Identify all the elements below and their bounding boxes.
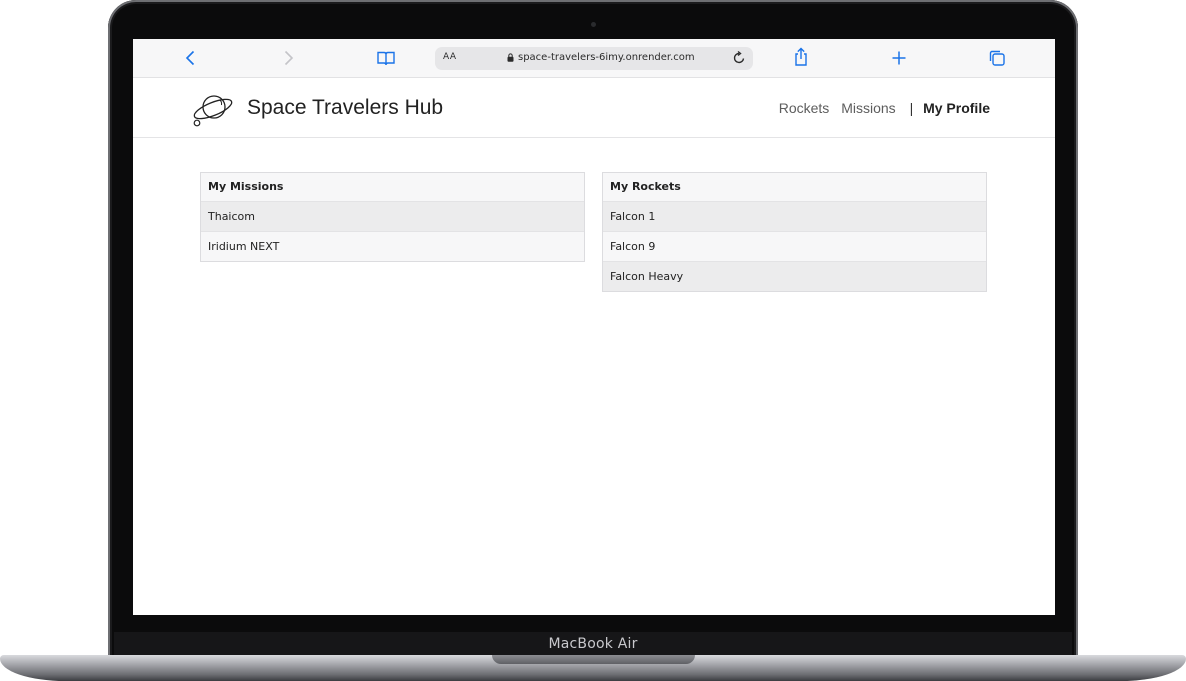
webcam bbox=[591, 22, 596, 27]
nav-missions-link[interactable]: Missions bbox=[841, 100, 895, 116]
laptop-notch bbox=[492, 655, 695, 664]
planet-logo-icon[interactable] bbox=[190, 86, 236, 132]
book-icon[interactable] bbox=[376, 48, 396, 68]
my-missions-table: My Missions Thaicom Iridium NEXT bbox=[200, 172, 585, 262]
lock-icon bbox=[507, 53, 514, 62]
chevron-left-icon[interactable] bbox=[181, 48, 201, 68]
share-icon[interactable] bbox=[791, 47, 811, 67]
reload-icon[interactable] bbox=[731, 50, 747, 66]
my-rockets-header: My Rockets bbox=[603, 173, 986, 202]
nav-separator: | bbox=[909, 100, 914, 116]
model-label: MacBook Air bbox=[548, 636, 638, 652]
my-missions-header: My Missions bbox=[201, 173, 584, 202]
my-rockets-table: My Rockets Falcon 1 Falcon 9 Falcon Heav… bbox=[602, 172, 987, 292]
app-header: Space Travelers Hub Rockets Missions | M… bbox=[133, 77, 1055, 138]
url-text[interactable]: space-travelers-6imy.onrender.com bbox=[518, 52, 695, 63]
main-nav: Rockets Missions | My Profile bbox=[771, 100, 990, 116]
browser-toolbar: AA space-travelers-6imy.onrender.com bbox=[133, 39, 1055, 78]
reader-aa-button[interactable]: AA bbox=[443, 52, 457, 62]
mission-row: Thaicom bbox=[201, 202, 584, 232]
nav-profile-link[interactable]: My Profile bbox=[923, 100, 990, 116]
rocket-row: Falcon Heavy bbox=[603, 262, 986, 291]
plus-icon[interactable] bbox=[889, 48, 909, 68]
screen: AA space-travelers-6imy.onrender.com Spa… bbox=[133, 39, 1055, 615]
tabs-icon[interactable] bbox=[987, 48, 1007, 68]
chevron-right-icon[interactable] bbox=[278, 48, 298, 68]
mission-row: Iridium NEXT bbox=[201, 232, 584, 261]
app-title: Space Travelers Hub bbox=[247, 96, 444, 119]
nav-rockets-link[interactable]: Rockets bbox=[779, 100, 830, 116]
address-bar[interactable]: AA space-travelers-6imy.onrender.com bbox=[435, 47, 753, 70]
rocket-row: Falcon 9 bbox=[603, 232, 986, 262]
rocket-row: Falcon 1 bbox=[603, 202, 986, 232]
